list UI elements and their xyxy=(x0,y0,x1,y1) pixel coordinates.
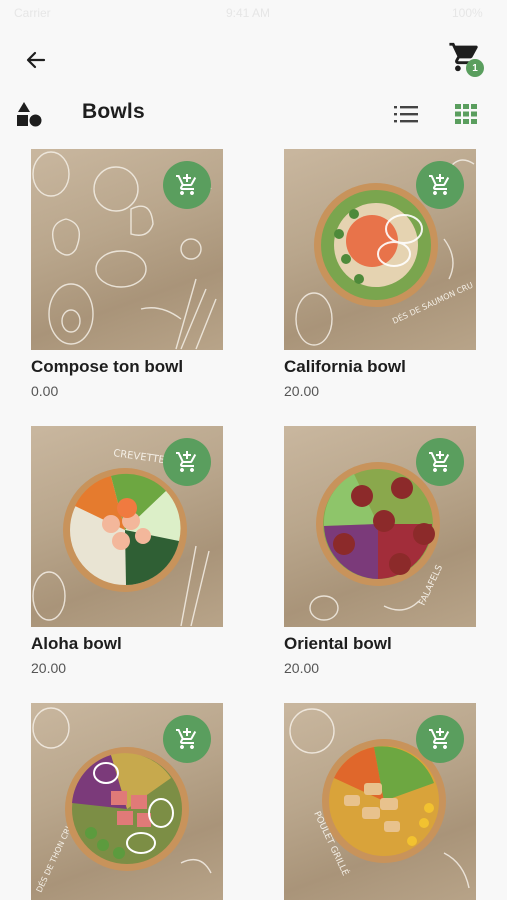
add-to-cart-icon xyxy=(429,174,450,195)
add-to-cart-icon xyxy=(176,451,197,472)
arrow-left-icon xyxy=(26,51,46,69)
product-card[interactable]: FALAFELS Oriental bowl 20.00 xyxy=(284,426,476,676)
clock-text: 9:41 AM xyxy=(226,6,271,20)
product-card[interactable]: POULET GRILLÉ xyxy=(284,703,476,900)
product-card[interactable]: DÉS DE SAUMON CRU California bowl 20.00 xyxy=(284,149,476,399)
add-to-cart-button[interactable] xyxy=(416,438,464,486)
battery-text: 100% xyxy=(452,6,483,20)
add-to-cart-icon xyxy=(429,728,450,749)
product-price: 20.00 xyxy=(31,660,67,676)
grid-view-icon[interactable] xyxy=(453,101,479,127)
add-to-cart-icon xyxy=(429,451,450,472)
carrier-text: Carrier xyxy=(14,6,51,20)
status-bar: Carrier 9:41 AM 100% xyxy=(0,0,507,28)
add-to-cart-icon xyxy=(176,174,197,195)
product-image: FALAFELS xyxy=(284,426,476,627)
add-to-cart-button[interactable] xyxy=(416,161,464,209)
product-card[interactable]: Compose ton bowl 0.00 xyxy=(31,149,223,399)
product-image: DÉS DE SAUMON CRU xyxy=(284,149,476,350)
product-name: California bowl xyxy=(284,357,406,376)
product-image: DÉS DE THON CRU xyxy=(31,703,223,900)
shapes-icon xyxy=(17,102,42,127)
product-price: 20.00 xyxy=(284,383,320,399)
add-to-cart-button[interactable] xyxy=(163,715,211,763)
product-name: Oriental bowl xyxy=(284,634,392,653)
add-to-cart-button[interactable] xyxy=(416,715,464,763)
page-title: Bowls xyxy=(82,100,145,123)
product-price: 20.00 xyxy=(284,660,320,676)
cart-count-badge: 1 xyxy=(466,59,484,77)
product-name: Aloha bowl xyxy=(31,634,122,653)
product-name: Compose ton bowl xyxy=(31,357,184,376)
product-price: 0.00 xyxy=(31,383,59,399)
add-to-cart-button[interactable] xyxy=(163,438,211,486)
caption-text: DÉS DE THON CRU xyxy=(33,821,75,894)
list-view-icon[interactable] xyxy=(393,101,419,127)
add-to-cart-button[interactable] xyxy=(163,161,211,209)
caption-text: FALAFELS xyxy=(418,563,446,607)
product-card[interactable]: CREVETTES Aloha bowl 20.00 xyxy=(31,426,223,676)
back-button[interactable] xyxy=(20,44,52,76)
product-image: CREVETTES xyxy=(31,426,223,627)
product-card[interactable]: DÉS DE THON CRU xyxy=(31,703,223,900)
product-image xyxy=(31,149,223,350)
product-image: POULET GRILLÉ xyxy=(284,703,476,900)
add-to-cart-icon xyxy=(176,728,197,749)
